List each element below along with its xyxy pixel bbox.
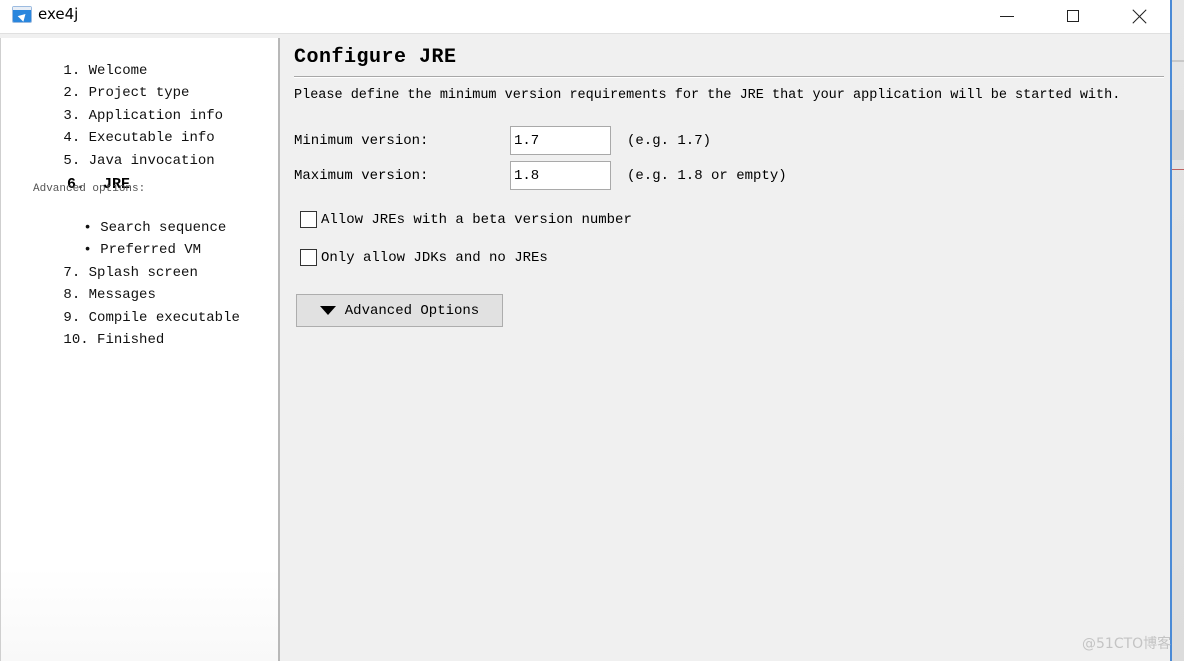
window-title: exe4j: [38, 5, 79, 23]
max-version-hint: (e.g. 1.8 or empty): [627, 168, 787, 184]
close-button[interactable]: [1116, 0, 1162, 32]
maximize-icon: [1067, 10, 1079, 22]
minimize-icon: [1000, 15, 1014, 17]
title-bar: exe4j: [0, 0, 1170, 34]
advanced-options-button-label: Advanced Options: [344, 302, 480, 319]
watermark-text: @51CTO博客: [1082, 636, 1172, 652]
wizard-steps-sidebar: 1. Welcome 2. Project type 3. Applicatio…: [0, 38, 280, 661]
minimize-button[interactable]: [984, 0, 1030, 32]
background-strip: [1172, 60, 1184, 62]
max-version-label: Maximum version:: [294, 168, 429, 184]
min-version-hint: (e.g. 1.7): [627, 133, 712, 149]
step-label: Finished: [97, 332, 165, 348]
only-jdks-label: Only allow JDKs and no JREs: [321, 249, 548, 266]
min-version-label: Minimum version:: [294, 133, 429, 149]
exe4j-window: exe4j 1. Welcome 2. Project type 3. Appl…: [0, 0, 1172, 661]
max-version-input[interactable]: [510, 161, 611, 190]
advanced-options-label: Advanced options:: [33, 183, 146, 195]
triangle-down-icon: [319, 306, 336, 315]
min-version-input[interactable]: [510, 126, 611, 155]
allow-beta-jre-checkbox-row[interactable]: Allow JREs with a beta version number: [300, 211, 632, 228]
page-title: Configure JRE: [294, 46, 457, 69]
step-number: 10.: [63, 332, 89, 348]
sidebar-step-finished[interactable]: 10. Finished: [13, 316, 164, 364]
allow-beta-jre-checkbox[interactable]: [300, 211, 317, 228]
background-strip: [1172, 110, 1184, 160]
page-description: Please define the minimum version requir…: [294, 88, 1121, 103]
title-divider: [294, 76, 1164, 78]
allow-beta-jre-label: Allow JREs with a beta version number: [321, 211, 632, 228]
close-icon: [1132, 9, 1147, 24]
only-jdks-checkbox[interactable]: [300, 249, 317, 266]
maximize-button[interactable]: [1050, 0, 1096, 32]
advanced-options-button[interactable]: Advanced Options: [296, 294, 503, 327]
background-window-edge: [1172, 0, 1184, 661]
only-jdks-checkbox-row[interactable]: Only allow JDKs and no JREs: [300, 249, 548, 266]
background-strip: [1172, 169, 1184, 170]
exe4j-rocket-icon: [12, 6, 32, 23]
configure-jre-panel: Configure JRE Please define the minimum …: [280, 38, 1170, 661]
